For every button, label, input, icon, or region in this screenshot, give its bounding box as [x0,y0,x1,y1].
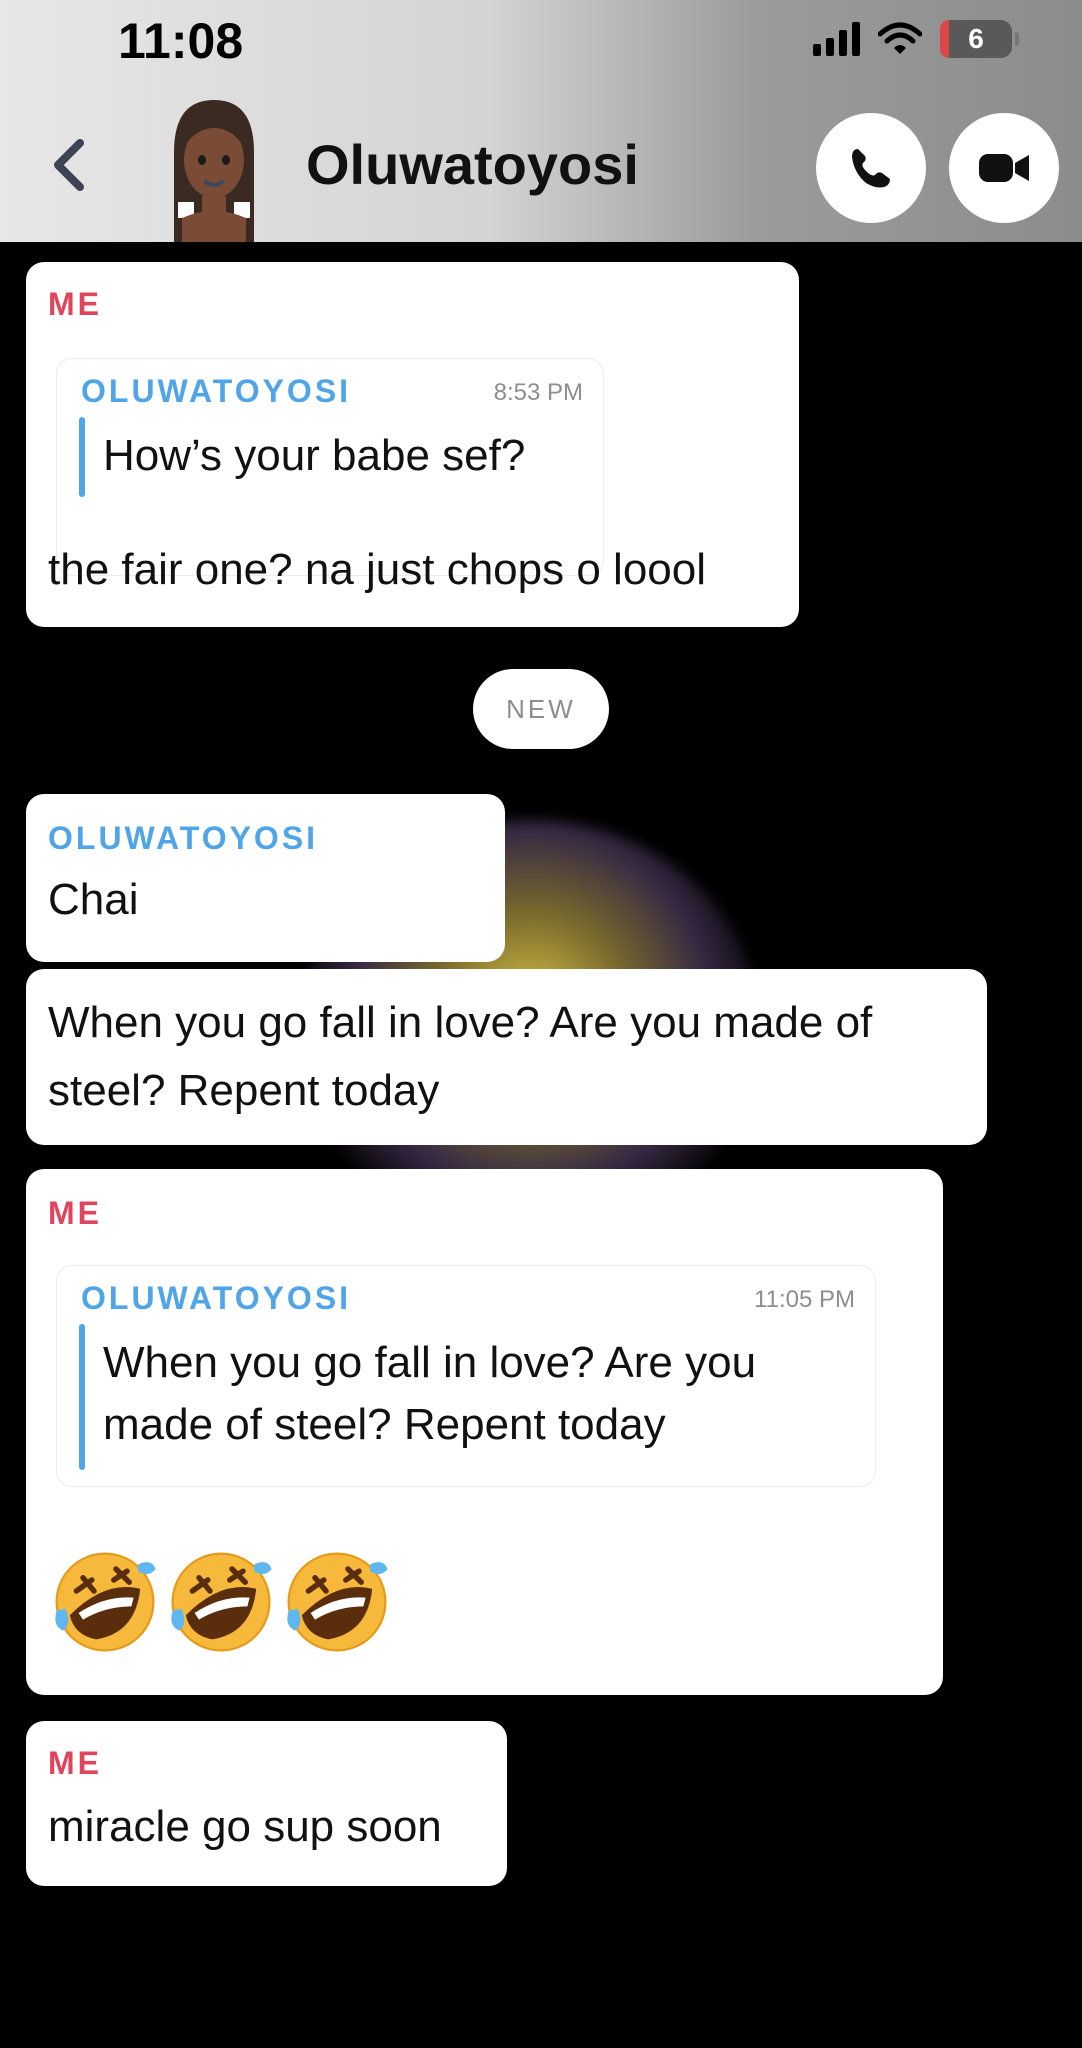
chat-header: 11:08 6 Oluwatoyosi [0,0,1082,242]
voice-call-button[interactable] [816,113,926,223]
message-bubble[interactable]: ME OLUWATOYOSI 11:05 PM When you go fall… [26,1169,943,1695]
quoted-sender: OLUWATOYOSI [81,1280,352,1316]
cellular-signal-icon [813,22,860,56]
chevron-left-icon [54,139,84,191]
message-sender: ME [48,1195,102,1231]
message-bubble[interactable]: OLUWATOYOSI Chai [26,794,505,962]
phone-icon [852,149,890,188]
video-call-button[interactable] [949,113,1059,223]
quoted-sender: OLUWATOYOSI [81,373,352,409]
message-bubble[interactable]: ME OLUWATOYOSI 8:53 PM How’s your babe s… [26,262,799,627]
bitmoji-avatar-icon [174,100,254,242]
rolling-on-floor-laughing-icon [166,1547,276,1657]
new-messages-divider: NEW [473,669,609,749]
emoji-row [50,1547,392,1657]
message-bubble[interactable]: ME miracle go sup soon [26,1721,507,1886]
contact-avatar[interactable] [152,92,276,242]
wifi-icon [878,22,922,54]
quoted-timestamp: 11:05 PM [754,1286,855,1313]
status-icons: 6 [813,20,1019,58]
battery-icon: 6 [940,20,1019,58]
message-text: miracle go sup soon [48,1802,442,1851]
message-sender: ME [48,286,102,322]
video-camera-icon [979,154,1029,182]
message-bubble[interactable]: When you go fall in love? Are you made o… [26,969,987,1145]
message-text: Chai [48,875,139,924]
quoted-text: When you go fall in love? Are you made o… [103,1338,757,1449]
quote-bar [79,1324,85,1470]
message-sender: OLUWATOYOSI [48,820,319,856]
quote-bar [79,417,85,497]
message-text: the fair one? na just chops o loool [48,545,707,594]
rolling-on-floor-laughing-icon [50,1547,160,1657]
battery-level: 6 [968,23,984,54]
message-text: When you go fall in love? Are you made o… [48,998,873,1115]
rolling-on-floor-laughing-icon [282,1547,392,1657]
contact-name[interactable]: Oluwatoyosi [306,132,639,197]
quoted-timestamp: 8:53 PM [493,379,583,406]
quoted-text: How’s your babe sef? [103,431,526,480]
status-time: 11:08 [118,13,244,69]
message-sender: ME [48,1745,102,1781]
back-button[interactable] [48,130,98,200]
quoted-message[interactable]: OLUWATOYOSI 11:05 PM When you go fall in… [56,1265,876,1487]
